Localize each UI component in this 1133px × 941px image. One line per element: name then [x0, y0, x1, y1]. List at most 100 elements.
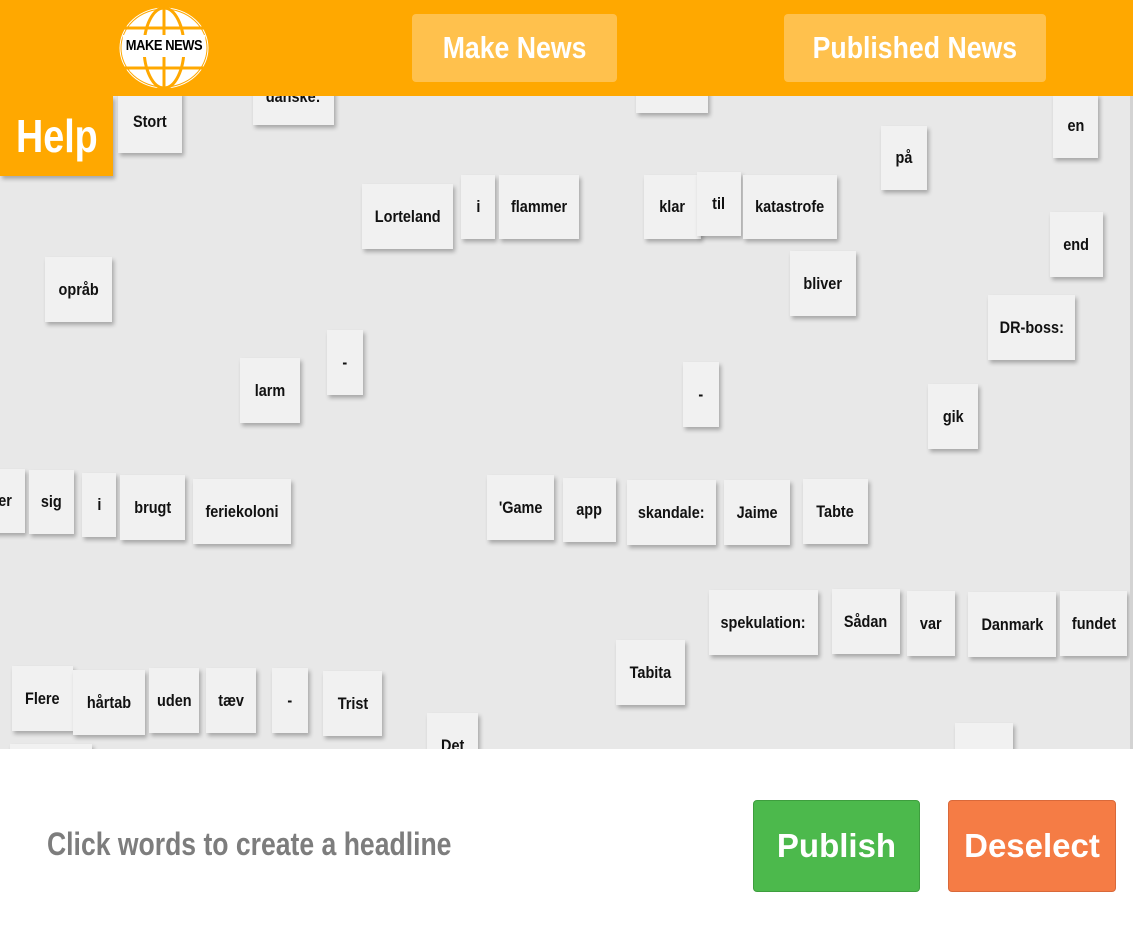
word-tile[interactable]: på: [881, 126, 927, 190]
word-tile[interactable]: en: [1053, 96, 1098, 158]
word-label: -: [342, 352, 348, 372]
word-tile[interactable]: Lorteland: [362, 184, 453, 249]
word-tile[interactable]: uden: [149, 668, 199, 733]
publish-label: Publish: [776, 827, 897, 864]
word-tile[interactable]: Tabte: [803, 479, 868, 544]
word-tile[interactable]: spekulation:: [709, 590, 818, 655]
word-label: Sådan: [844, 611, 888, 631]
word-label: Danmark: [981, 614, 1043, 634]
publish-button[interactable]: Publish: [753, 800, 920, 892]
word-tile[interactable]: hårtab: [73, 670, 145, 735]
word-label: -: [698, 384, 704, 404]
word-label: feriekoloni: [205, 501, 279, 521]
word-tile[interactable]: DR-boss:: [988, 295, 1075, 360]
word-label: hårtab: [86, 692, 132, 712]
word-tile[interactable]: i: [461, 175, 495, 239]
word-label: tæv: [218, 690, 244, 710]
word-label: på: [895, 148, 913, 167]
word-label: i: [96, 495, 102, 514]
word-label: Lorteland: [374, 206, 441, 226]
word-label: 'Game: [498, 497, 543, 517]
word-label: er: [0, 491, 13, 510]
word-tile[interactable]: larm: [240, 358, 300, 423]
word-tile[interactable]: Sådan: [832, 589, 900, 654]
word-tile[interactable]: feriekoloni: [193, 479, 291, 544]
word-tile[interactable]: bliver: [790, 251, 856, 316]
word-label: gik: [942, 406, 964, 426]
word-label: spekulation:: [720, 612, 807, 632]
word-tile[interactable]: er: [0, 469, 25, 533]
word-tile[interactable]: til: [697, 172, 741, 236]
word-tile[interactable]: 'Game: [487, 475, 554, 540]
make-news-label: Make News: [442, 30, 587, 65]
word-label: Trist: [337, 693, 368, 713]
word-tile[interactable]: danske:: [253, 96, 334, 125]
word-tile[interactable]: katastrofe: [743, 175, 837, 239]
top-bar: MAKE NEWS Make News Published News: [0, 0, 1133, 96]
word-label: Stort: [133, 112, 167, 131]
word-label: Jaime: [736, 502, 778, 522]
word-label: Flere: [25, 688, 60, 708]
word-tile[interactable]: Stort: [118, 96, 182, 153]
word-tile[interactable]: opråb: [45, 257, 112, 322]
word-tile[interactable]: gik: [928, 384, 978, 449]
word-label: DR-boss:: [999, 317, 1064, 337]
headline-prompt: Click words to create a headline: [47, 826, 534, 863]
word-tile[interactable]: Det: [427, 713, 478, 749]
word-tile[interactable]: klar: [644, 175, 701, 239]
word-tile[interactable]: flammer: [499, 175, 579, 239]
word-tile[interactable]: Danmark: [968, 592, 1056, 657]
headline-prompt-text: Click words to create a headline: [47, 826, 452, 862]
word-label: skandale:: [638, 502, 705, 522]
word-label: app: [576, 500, 603, 519]
word-tile[interactable]: -: [272, 668, 308, 733]
word-tile[interactable]: end: [1050, 212, 1103, 277]
word-tile[interactable]: -: [327, 330, 363, 395]
word-label: larm: [254, 380, 286, 400]
word-tile[interactable]: Flere: [12, 666, 73, 731]
word-tile[interactable]: tæv: [206, 668, 256, 733]
word-label: -: [287, 690, 293, 710]
word-label: opråb: [58, 279, 99, 299]
word-label: brugt: [134, 497, 171, 517]
word-label: til: [712, 194, 726, 213]
word-label: en: [1067, 116, 1084, 135]
word-board: danske: Stort en på Lorteland i flammer …: [0, 96, 1133, 749]
word-label: Tabte: [816, 501, 855, 521]
word-label: Tabita: [629, 662, 672, 682]
word-tile[interactable]: brugt: [120, 475, 185, 540]
published-news-label: Published News: [812, 30, 1018, 65]
word-label: fundet: [1071, 613, 1116, 633]
word-tile[interactable]: skandale:: [627, 480, 716, 545]
word-label: flammer: [510, 197, 568, 216]
word-label: end: [1063, 234, 1090, 254]
word-label: klar: [659, 197, 686, 216]
published-news-button[interactable]: Published News: [784, 14, 1046, 82]
word-label: danske:: [266, 96, 321, 106]
deselect-label: Deselect: [964, 827, 1100, 864]
word-tile[interactable]: Trist: [323, 671, 382, 736]
logo-text: MAKE NEWS: [122, 35, 206, 57]
word-label: sig: [41, 492, 62, 511]
word-tile[interactable]: fundet: [1060, 591, 1127, 656]
word-tile[interactable]: [636, 96, 708, 113]
word-label: bliver: [803, 273, 843, 293]
word-tile[interactable]: Jaime: [724, 480, 790, 545]
word-tile[interactable]: -: [683, 362, 719, 427]
word-tile[interactable]: [955, 723, 1013, 749]
word-tile[interactable]: Tabita: [616, 640, 685, 705]
word-tile[interactable]: var: [907, 591, 955, 656]
deselect-button[interactable]: Deselect: [948, 800, 1116, 892]
word-label: var: [920, 613, 942, 633]
make-news-logo[interactable]: MAKE NEWS: [116, 6, 212, 90]
word-label: katastrofe: [755, 197, 825, 216]
help-button[interactable]: Help: [0, 96, 113, 176]
word-tile[interactable]: sig: [29, 470, 74, 534]
word-tile[interactable]: i: [82, 473, 116, 537]
word-label: i: [475, 197, 481, 216]
make-news-button[interactable]: Make News: [412, 14, 617, 82]
word-tile[interactable]: app: [563, 478, 616, 542]
help-label: Help: [15, 110, 98, 162]
word-label: uden: [156, 690, 192, 710]
word-label: Det: [440, 735, 465, 750]
